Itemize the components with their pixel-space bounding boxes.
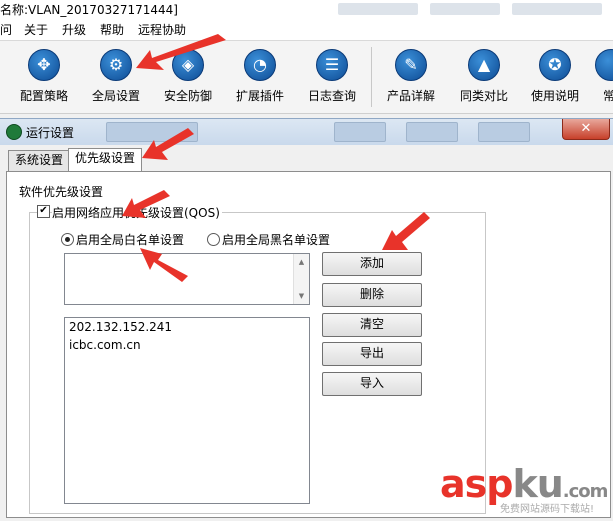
toolbar-label: 扩展插件 [235, 89, 284, 103]
toolbar-log-query[interactable]: ☰ 日志查询 [302, 49, 362, 104]
scroll-down-icon[interactable]: ▼ [294, 292, 309, 300]
menu-remote-assist[interactable]: 远程协助 [138, 21, 186, 38]
blurred-title-button [406, 122, 458, 142]
enable-qos-checkbox[interactable]: ✔ [37, 205, 50, 218]
document-list-icon: ☰ [316, 49, 348, 81]
shield-icon: ◈ [172, 49, 204, 81]
toolbar-extensions[interactable]: ◔ 扩展插件 [230, 49, 290, 104]
menu-about[interactable]: 关于 [24, 21, 48, 38]
award-ribbon-icon: ✪ [539, 49, 571, 81]
input-scrollbar[interactable]: ▲ ▼ [293, 254, 309, 304]
list-item[interactable]: 202.132.152.241 [65, 318, 309, 336]
blurred-title-segment [338, 3, 418, 15]
toolbar-label: 使用说明 [530, 89, 579, 103]
toolbar-label: 同类对比 [459, 89, 508, 103]
toolbar-label: 安全防御 [163, 89, 212, 103]
toolbar-product-details[interactable]: ✎ 产品详解 [381, 49, 441, 104]
address-listbox[interactable]: 202.132.152.241 icbc.com.cn [64, 317, 310, 504]
app-icon [6, 124, 22, 140]
close-icon: ✕ [580, 121, 592, 136]
toolbar-security-defense[interactable]: ◈ 安全防御 [158, 49, 218, 104]
menu-bar: 问 关于 升级 帮助 远程协助 [0, 18, 613, 41]
toolbar-comparison[interactable]: ▲ 同类对比 [454, 49, 514, 104]
entry-input[interactable]: ▲ ▼ [64, 253, 310, 305]
toolbar-label: 配置策略 [19, 89, 68, 103]
notepad-pen-icon: ✎ [395, 49, 427, 81]
window-title: 名称:VLAN_20170327171444] [0, 3, 178, 17]
blurred-title-area [106, 122, 198, 142]
dialog-title-bar[interactable]: 运行设置 ✕ [0, 119, 613, 145]
graduation-cap-icon: ▲ [468, 49, 500, 81]
menu-item[interactable]: 问 [0, 21, 12, 38]
arrows-cross-icon: ✥ [28, 49, 60, 81]
toolbar-label: 全局设置 [91, 89, 140, 103]
enable-qos-label: 启用网络应用优先级设置(QOS) [52, 204, 222, 221]
toolbar-label: 产品详解 [386, 89, 435, 103]
whitelist-label: 启用全局白名单设置 [76, 233, 185, 247]
blurred-title-button [478, 122, 530, 142]
main-toolbar: ✥ 配置策略 ⚙ 全局设置 ◈ 安全防御 ◔ 扩展插件 ☰ 日志查询 ✎ 产品详… [0, 41, 613, 114]
blacklist-radio[interactable] [207, 233, 220, 246]
watermark-subtitle: 免费网站源码下载站! [500, 504, 595, 515]
whitelist-radio[interactable] [61, 233, 74, 246]
blurred-title-segment [430, 3, 500, 15]
toolbar-global-settings[interactable]: ⚙ 全局设置 [86, 49, 146, 104]
partial-toolbar-icon [595, 49, 613, 81]
add-button[interactable]: 添加 [322, 252, 422, 276]
tab-system-settings[interactable]: 系统设置 [8, 150, 71, 171]
toolbar-separator [371, 47, 372, 107]
dialog-title: 运行设置 [26, 126, 75, 140]
section-label: 软件优先级设置 [19, 185, 104, 199]
delete-button[interactable]: 删除 [322, 283, 422, 307]
menu-help[interactable]: 帮助 [100, 21, 124, 38]
menu-upgrade[interactable]: 升级 [62, 21, 86, 38]
toolbar-user-guide[interactable]: ✪ 使用说明 [525, 49, 585, 104]
export-button[interactable]: 导出 [322, 342, 422, 366]
toolbar-item-partial[interactable]: 常 [583, 49, 613, 104]
close-button[interactable]: ✕ [562, 119, 610, 140]
toolbar-label: 常 [603, 89, 613, 103]
blurred-title-button [334, 122, 386, 142]
gear-icon: ⚙ [100, 49, 132, 81]
toolbar-label: 日志查询 [307, 89, 356, 103]
toolbar-config-policy[interactable]: ✥ 配置策略 [14, 49, 74, 104]
blurred-title-segment [512, 3, 602, 15]
clear-button[interactable]: 清空 [322, 313, 422, 337]
blacklist-label: 启用全局黑名单设置 [222, 233, 331, 247]
window-title-bar: 名称:VLAN_20170327171444] [0, 0, 613, 18]
scroll-up-icon[interactable]: ▲ [294, 258, 309, 266]
list-item[interactable]: icbc.com.cn [65, 336, 309, 354]
import-button[interactable]: 导入 [322, 372, 422, 396]
tab-priority-settings[interactable]: 优先级设置 [68, 148, 143, 171]
pie-chart-icon: ◔ [244, 49, 276, 81]
